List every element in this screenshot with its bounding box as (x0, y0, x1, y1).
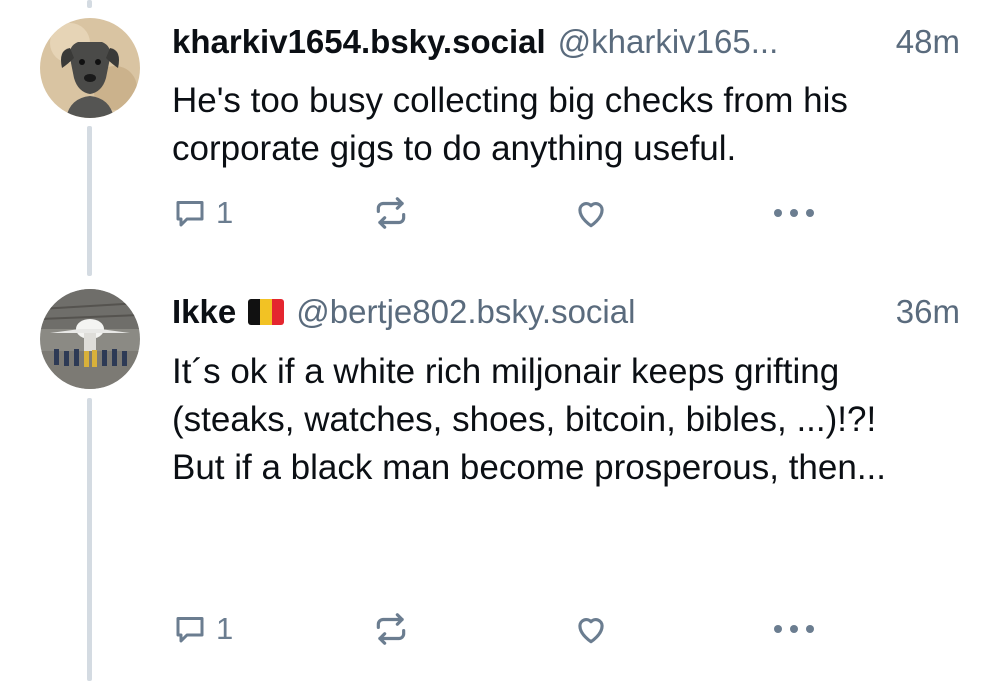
post-header: kharkiv1654.bsky.social @kharkiv165... 4… (172, 20, 960, 64)
author-handle[interactable]: @bertje802.bsky.social (296, 293, 635, 331)
reply-count: 1 (216, 611, 234, 646)
like-button[interactable] (572, 609, 610, 649)
author-name[interactable]: Ikke (172, 293, 236, 331)
more-icon (772, 207, 816, 219)
post-header: Ikke @bertje802.bsky.social 36m (172, 290, 960, 334)
more-icon (772, 623, 816, 635)
post[interactable]: Ikke @bertje802.bsky.social 36m It´s ok … (0, 275, 1000, 681)
author-handle[interactable]: @kharkiv165... (558, 23, 779, 61)
avatar[interactable] (40, 289, 140, 389)
repost-button[interactable] (372, 193, 410, 233)
post-text: It´s ok if a white rich miljonair keeps … (172, 348, 912, 492)
post-text-line: It´s ok if a white rich miljonair keeps … (172, 352, 877, 439)
post-time[interactable]: 36m (886, 293, 960, 331)
like-button[interactable] (572, 193, 610, 233)
reply-button[interactable]: 1 (172, 193, 233, 233)
post[interactable]: kharkiv1654.bsky.social @kharkiv165... 4… (0, 0, 1000, 270)
reply-icon (172, 611, 208, 647)
reply-button[interactable]: 1 (172, 609, 233, 649)
post-time[interactable]: 48m (886, 23, 960, 61)
more-button[interactable] (772, 609, 816, 649)
post-text-line: But if a black man become prosperous, th… (172, 448, 886, 487)
post-actions: 1 (172, 609, 822, 649)
like-icon (572, 610, 610, 648)
reply-count: 1 (216, 195, 234, 230)
reply-icon (172, 195, 208, 231)
repost-icon (372, 194, 410, 232)
repost-icon (372, 610, 410, 648)
repost-button[interactable] (372, 609, 410, 649)
belgium-flag-icon (248, 299, 285, 325)
avatar[interactable] (40, 18, 140, 118)
post-text: He's too busy collecting big checks from… (172, 77, 962, 173)
author-name[interactable]: kharkiv1654.bsky.social (172, 23, 546, 61)
like-icon (572, 194, 610, 232)
post-actions: 1 (172, 193, 822, 233)
more-button[interactable] (772, 193, 816, 233)
post-text-line: He's too busy collecting big checks from… (172, 81, 848, 168)
